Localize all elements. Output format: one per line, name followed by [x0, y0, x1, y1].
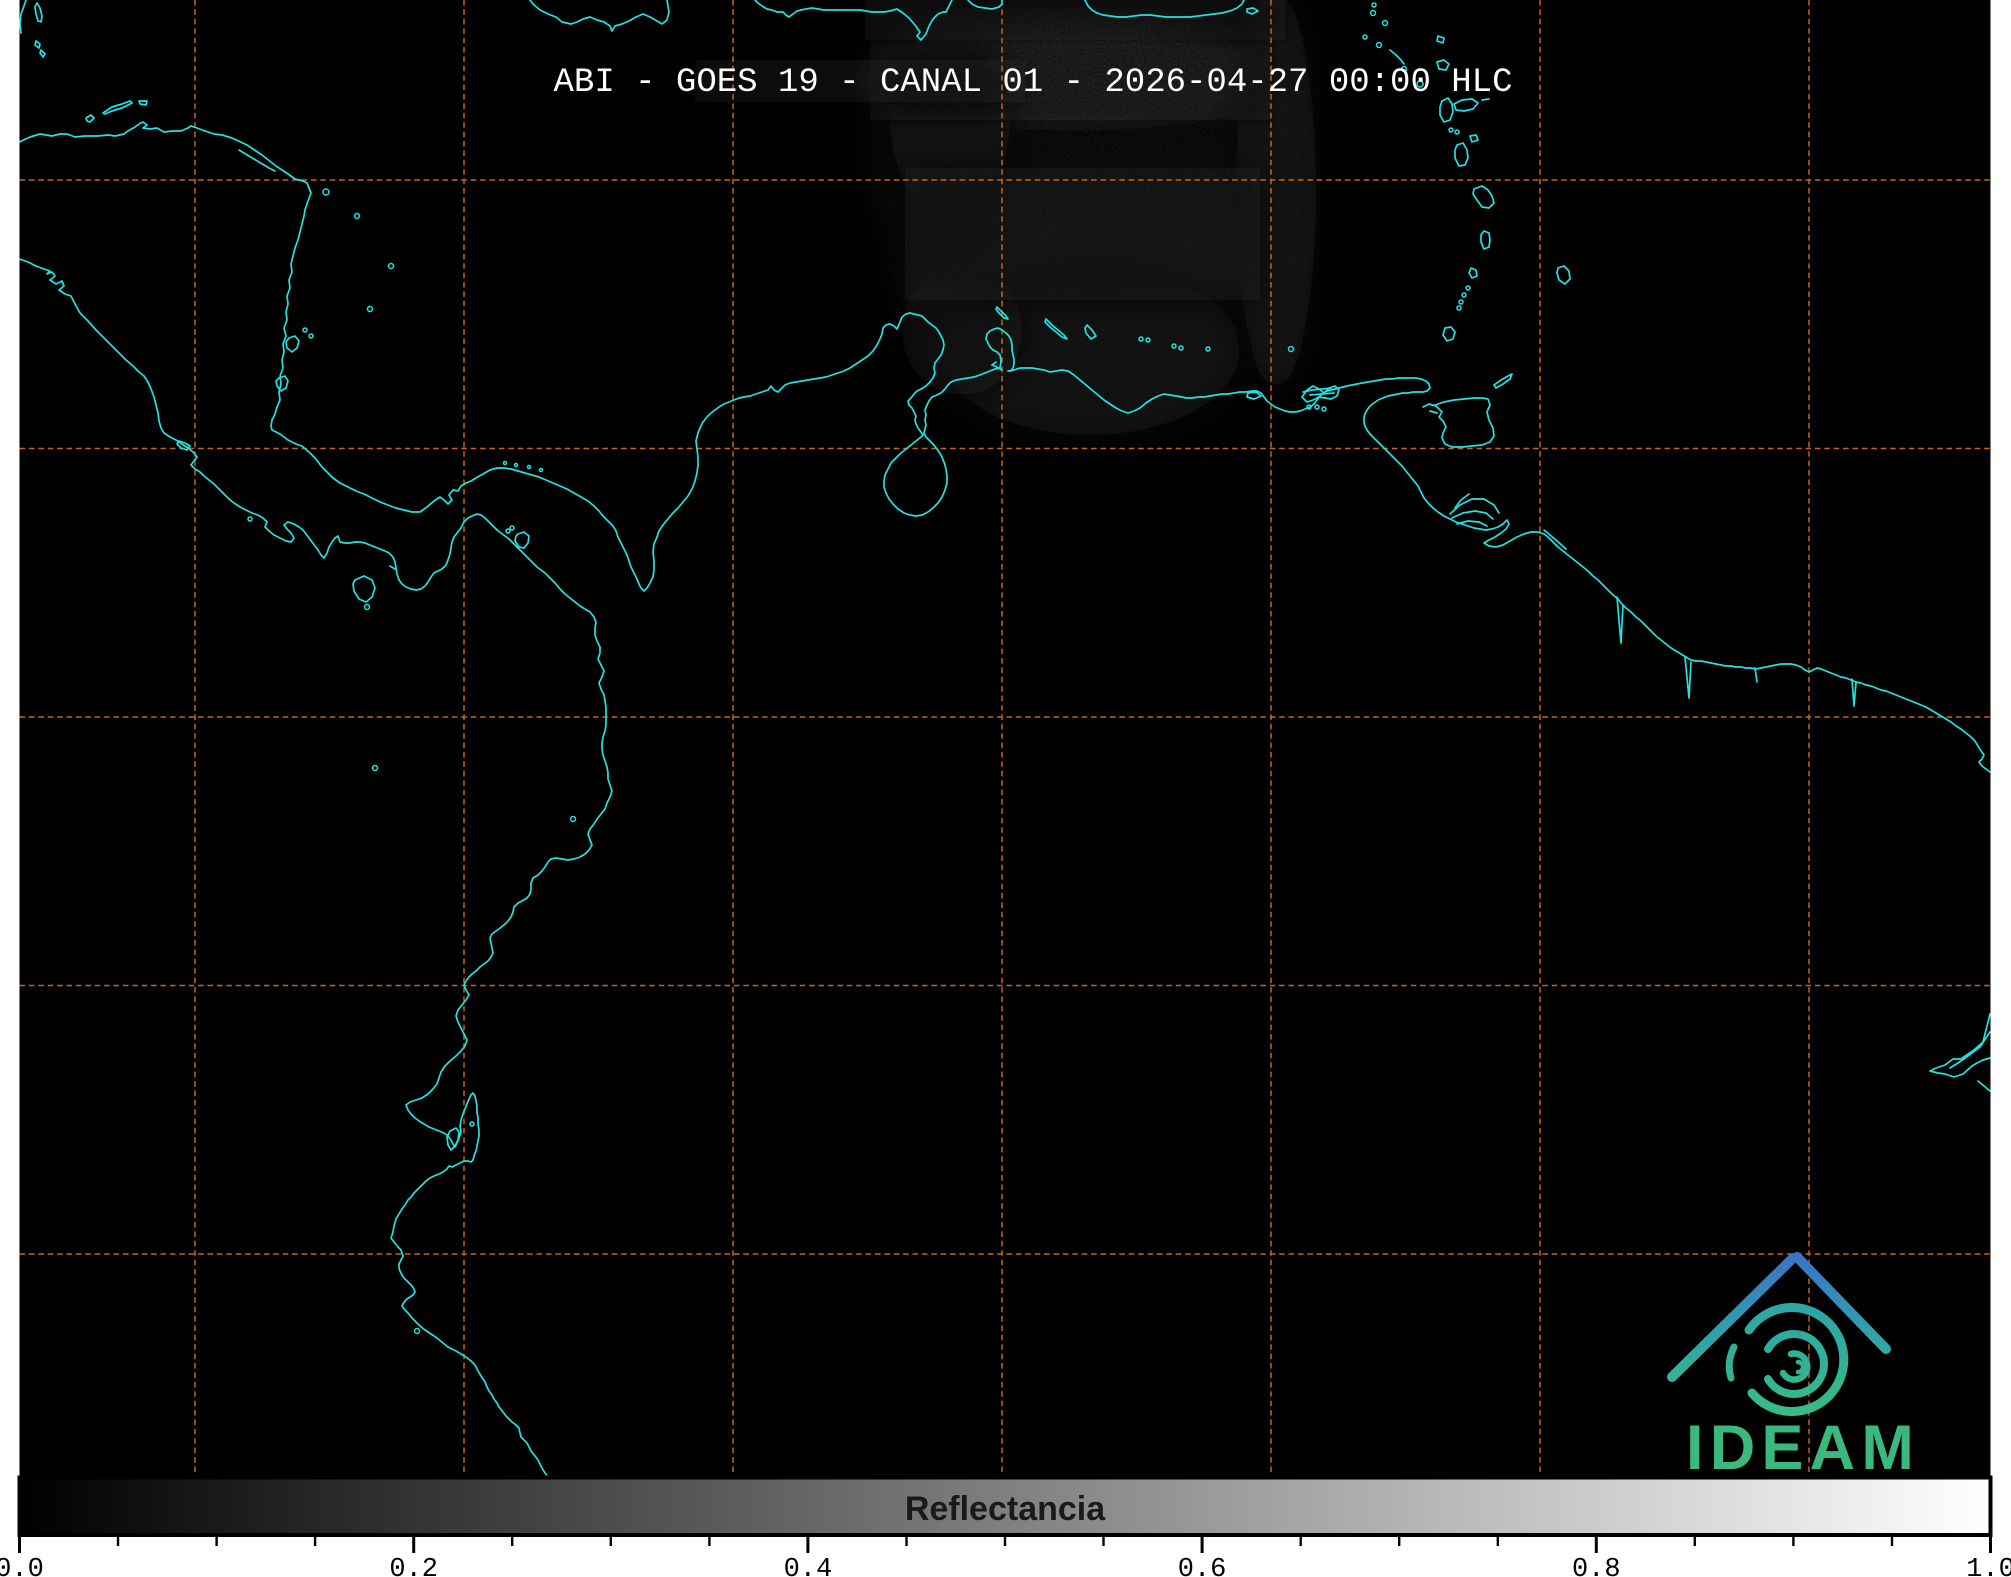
svg-text:1.0: 1.0 — [1966, 1555, 2011, 1577]
svg-text:0.6: 0.6 — [1178, 1555, 1227, 1577]
svg-text:0.4: 0.4 — [784, 1555, 833, 1577]
svg-text:Reflectancia: Reflectancia — [905, 1490, 1106, 1528]
svg-text:IDEAM: IDEAM — [1686, 1413, 1920, 1483]
svg-text:0.8: 0.8 — [1572, 1555, 1621, 1577]
svg-text:0.0: 0.0 — [0, 1555, 44, 1577]
svg-text:ABI - GOES 19 - CANAL 01 - 202: ABI - GOES 19 - CANAL 01 - 2026-04-27 00… — [554, 64, 1513, 102]
svg-text:0.2: 0.2 — [389, 1555, 438, 1577]
